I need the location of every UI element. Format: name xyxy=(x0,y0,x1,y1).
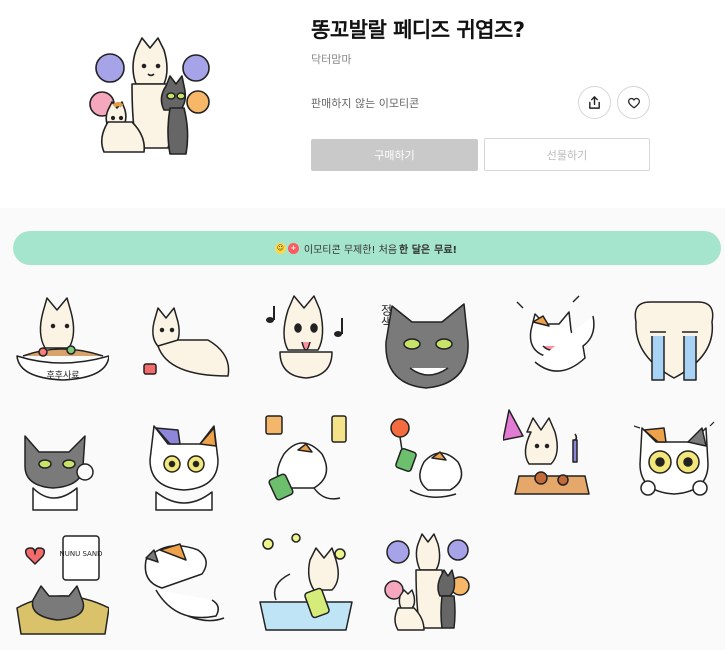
gift-button[interactable]: 선물하기 xyxy=(484,138,650,171)
buy-button[interactable]: 구매하기 xyxy=(311,139,478,171)
sticker-cat-shocked[interactable] xyxy=(136,406,232,514)
sticker-dog-singing-music[interactable] xyxy=(258,282,354,390)
promo-text-prefix: 이모티콘 무제한! 처음 xyxy=(303,244,398,256)
sticker-cat-thumb-up[interactable] xyxy=(13,406,109,514)
promo-text-suffix: 무료! xyxy=(434,244,458,256)
promo-text-highlight: 한 달은 xyxy=(399,244,431,256)
sticker-cat-teary-eyes[interactable] xyxy=(626,406,722,514)
sticker-cat-staring[interactable]: 정색 xyxy=(379,282,476,390)
sale-status-text: 판매하지 않는 이모티콘 xyxy=(311,97,420,110)
sticker-dog-eating-bowl[interactable]: 후후사료 xyxy=(13,282,110,390)
product-header: 똥꼬발랄 페디즈 귀엽즈? 닥터맘마 판매하지 않는 이모티콘 구매하기 선물하… xyxy=(0,0,725,208)
smile-emoji-icon: ☺ xyxy=(274,242,286,254)
subscription-promo-banner[interactable]: ☺ + 이모티콘 무제한! 처음 한 달은 무료! xyxy=(13,231,721,265)
sticker-dog-party-pizza[interactable] xyxy=(502,406,599,514)
sticker-cat-lollipop[interactable] xyxy=(380,406,476,514)
share-icon xyxy=(589,96,600,109)
plus-badge-icon: + xyxy=(287,242,299,254)
sticker-dog-crying[interactable] xyxy=(626,282,722,390)
like-button[interactable] xyxy=(617,86,650,119)
sticker-cat-love-snack[interactable]: NUNU SAND xyxy=(13,530,110,638)
sticker-cat-laughing[interactable] xyxy=(503,282,599,390)
sticker-dog-lying-down[interactable] xyxy=(136,282,232,390)
sticker-caption: NUNU SAND xyxy=(60,550,103,558)
sticker-cheerleaders[interactable] xyxy=(380,530,476,638)
sticker-cat-scratching[interactable] xyxy=(136,530,232,638)
share-button[interactable] xyxy=(578,86,611,119)
heart-icon xyxy=(627,97,640,108)
author-name[interactable]: 닥터맘마 xyxy=(311,51,351,67)
sticker-caption: 후후사료 xyxy=(46,370,79,381)
sticker-dog-bathing[interactable] xyxy=(258,530,354,638)
sticker-cat-drinking-juice[interactable] xyxy=(258,406,354,514)
product-title: 똥꼬발랄 페디즈 귀엽즈? xyxy=(311,18,525,42)
hero-sticker-image xyxy=(84,36,216,160)
